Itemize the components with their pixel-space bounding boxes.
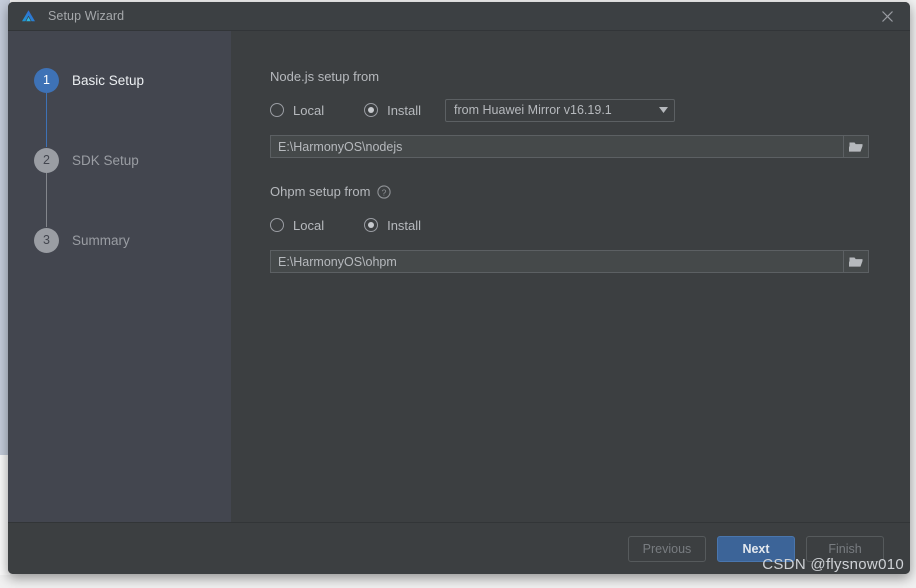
nodejs-mirror-dropdown[interactable]: from Huawei Mirror v16.19.1	[445, 98, 676, 122]
radio-dot-selected-icon	[364, 103, 379, 117]
nodejs-group-title: Node.js setup from	[270, 69, 882, 84]
nodejs-install-radio[interactable]: Install	[364, 103, 421, 118]
previous-button[interactable]: Previous	[628, 535, 706, 562]
radio-dot-icon	[270, 218, 284, 232]
radio-dot-icon	[270, 103, 284, 117]
dialog-footer: Previous Next Finish CSDN @flysnow010	[8, 522, 910, 574]
sidebar-step-basic-setup[interactable]: 1 Basic Setup	[8, 67, 231, 93]
nodejs-path-row: E:\HarmonyOS\nodejs	[270, 135, 869, 158]
step-badge-1: 1	[34, 67, 59, 93]
watermark-text: CSDN @flysnow010	[762, 556, 904, 573]
ohpm-local-radio[interactable]: Local	[270, 218, 324, 233]
ohpm-install-radio-label: Install	[387, 217, 422, 233]
wizard-steps-sidebar: 1 Basic Setup 2 SDK Setup 3 Summary	[8, 31, 231, 522]
radio-dot-selected-icon	[364, 218, 379, 232]
dialog-body: 1 Basic Setup 2 SDK Setup 3 Summary Node…	[8, 31, 910, 522]
ohpm-group-title-text: Ohpm setup from	[270, 184, 371, 199]
nodejs-browse-folder-icon[interactable]	[843, 135, 869, 158]
step-connector-1	[46, 93, 47, 147]
setup-wizard-dialog: Setup Wizard 1 Basic Setup 2 SDK Setup 3…	[8, 2, 910, 574]
step-connector-2	[46, 173, 47, 227]
window-title: Setup Wizard	[48, 9, 125, 23]
nodejs-local-radio-label: Local	[293, 102, 325, 118]
ohpm-install-radio[interactable]: Install	[364, 218, 421, 233]
sidebar-step-sdk-setup[interactable]: 2 SDK Setup	[8, 147, 231, 173]
screen: Setup Wizard 1 Basic Setup 2 SDK Setup 3…	[0, 0, 916, 588]
ohpm-path-input[interactable]: E:\HarmonyOS\ohpm	[270, 250, 843, 273]
sidebar-step-summary[interactable]: 3 Summary	[8, 227, 231, 253]
deveco-triangle-logo-icon	[19, 7, 37, 25]
ohpm-browse-folder-icon[interactable]	[843, 250, 869, 273]
nodejs-mirror-dropdown-value: from Huawei Mirror v16.19.1	[454, 103, 612, 117]
nodejs-source-radio-row: Local Install from Huawei Mirror v16.19.…	[270, 98, 882, 122]
close-icon[interactable]	[864, 2, 910, 30]
step-label-3: Summary	[72, 232, 130, 248]
nodejs-path-input[interactable]: E:\HarmonyOS\nodejs	[270, 135, 843, 158]
step-badge-2: 2	[34, 147, 59, 173]
step-badge-3: 3	[34, 227, 59, 253]
nodejs-group-title-text: Node.js setup from	[270, 69, 380, 84]
main-content: Node.js setup from Local Install from Hu…	[231, 31, 910, 522]
ohpm-source-radio-row: Local Install	[270, 213, 882, 237]
chevron-down-icon	[652, 107, 674, 113]
step-label-1: Basic Setup	[72, 72, 145, 88]
nodejs-local-radio[interactable]: Local	[270, 103, 324, 118]
svg-text:?: ?	[382, 187, 387, 197]
question-circle-icon[interactable]: ?	[377, 184, 392, 199]
nodejs-install-radio-label: Install	[387, 102, 422, 118]
title-bar: Setup Wizard	[8, 2, 910, 31]
ohpm-path-row: E:\HarmonyOS\ohpm	[270, 250, 869, 273]
step-label-2: SDK Setup	[72, 152, 139, 168]
ohpm-local-radio-label: Local	[293, 217, 325, 233]
ohpm-group-title: Ohpm setup from ?	[270, 184, 882, 199]
